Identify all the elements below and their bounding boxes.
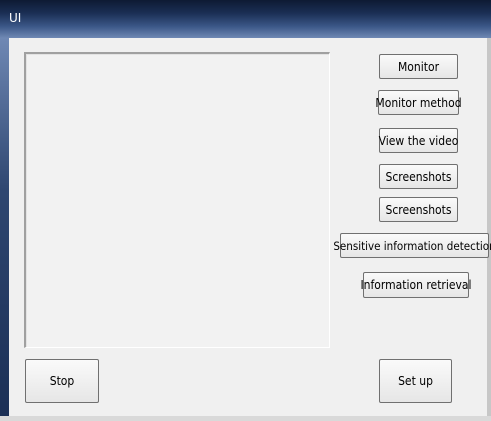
- view-video-button[interactable]: View the video: [379, 128, 458, 153]
- set-up-button[interactable]: Set up: [379, 359, 452, 403]
- screenshots-button-2[interactable]: Screenshots: [379, 197, 458, 222]
- app-window: UI Monitor Monitor method View the video…: [0, 0, 491, 421]
- window-left-border: [0, 38, 9, 421]
- video-display-area: [24, 52, 330, 348]
- window-title: UI: [9, 11, 22, 25]
- monitor-method-button[interactable]: Monitor method: [375, 90, 462, 115]
- window-bottom-border: [0, 416, 491, 421]
- title-bar[interactable]: UI: [0, 0, 491, 38]
- monitor-button[interactable]: Monitor: [379, 54, 458, 79]
- window-right-border: [487, 38, 491, 421]
- stop-button[interactable]: Stop: [25, 359, 99, 403]
- information-retrieval-button[interactable]: Information retrieval: [360, 272, 472, 298]
- sensitive-detection-button[interactable]: Sensitive information detection: [333, 233, 491, 258]
- screenshots-button[interactable]: Screenshots: [379, 164, 458, 189]
